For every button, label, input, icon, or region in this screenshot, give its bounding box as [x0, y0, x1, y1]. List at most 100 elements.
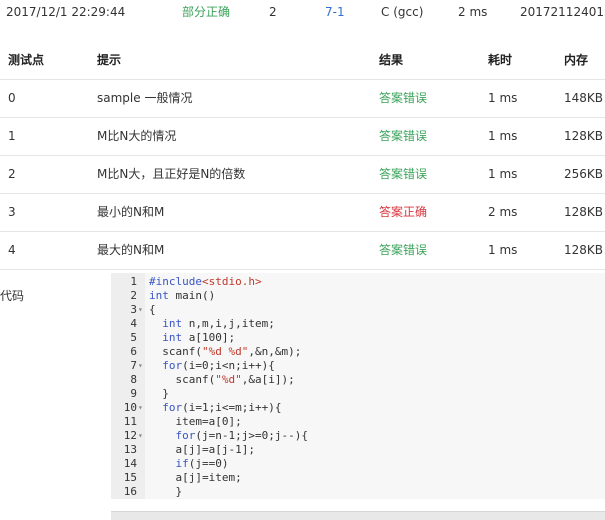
table-row: 0 sample 一般情况 答案错误 1 ms 148KB: [0, 80, 605, 118]
code-token: int: [162, 331, 183, 344]
code-text: for(i=1;i<=m;i++){: [149, 401, 281, 415]
code-token: for: [162, 359, 183, 372]
submission-time-used: 2 ms: [458, 5, 488, 19]
testcase-result: 答案错误: [379, 167, 428, 181]
submission-score: 2: [269, 5, 277, 19]
code-token: a[100];: [182, 331, 236, 344]
code-token: "%d %d": [201, 345, 249, 358]
line-number: 9: [130, 387, 137, 400]
fold-arrow-icon[interactable]: ▾: [138, 401, 145, 415]
testcase-hint: M比N大，且正好是N的倍数: [97, 167, 246, 181]
code-token: (j=n-1;j>=0;j--){: [195, 429, 308, 442]
testcase-id: 4: [8, 243, 16, 257]
testcase-hint: 最大的N和M: [97, 243, 165, 257]
testcase-memory: 128KB: [564, 129, 604, 143]
line-number: 1: [130, 275, 137, 288]
testcase-id: 0: [8, 91, 16, 105]
code-token: }: [149, 485, 183, 498]
submission-time: 2017/12/1 22:29:44: [6, 5, 126, 19]
testcase-id: 1: [8, 129, 16, 143]
line-number: 15: [123, 471, 137, 484]
testcase-memory: 148KB: [564, 91, 604, 105]
submission-language: C (gcc): [381, 5, 424, 19]
header-memory: 内存: [564, 53, 589, 67]
fold-arrow-icon[interactable]: ▾: [138, 429, 145, 443]
testcase-hint: 最小的N和M: [97, 205, 165, 219]
testcase-time: 1 ms: [488, 243, 518, 257]
testcase-memory: 128KB: [564, 243, 604, 257]
code-text: {: [149, 303, 156, 317]
submission-user-id[interactable]: 201721124013: [520, 0, 605, 25]
header-hint: 提示: [97, 53, 122, 67]
code-token: int: [149, 289, 169, 302]
code-text: scanf("%d",&a[i]);: [149, 373, 295, 387]
code-text: int a[100];: [149, 331, 235, 345]
code-token: <stdio.h>: [201, 275, 262, 288]
table-row: 1 M比N大的情况 答案错误 1 ms 128KB: [0, 118, 605, 156]
testcase-result: 答案正确: [379, 205, 428, 219]
testcase-id: 2: [8, 167, 16, 181]
code-text: #include<stdio.h>: [149, 275, 262, 289]
code-token: item=a[0];: [149, 415, 242, 428]
code-token: main(): [168, 289, 216, 302]
code-text: for(i=0;i<n;i++){: [149, 359, 275, 373]
code-text: for(j=n-1;j>=0;j--){: [149, 429, 308, 443]
line-number: 5: [130, 331, 137, 344]
code-token: (i=0;i<n;i++){: [182, 359, 275, 372]
code-token: a[j]=item;: [149, 471, 242, 484]
fold-arrow-icon[interactable]: ▾: [138, 359, 145, 373]
line-number: 2: [130, 289, 137, 302]
table-row: 4 最大的N和M 答案错误 1 ms 128KB: [0, 232, 605, 270]
line-number: 6: [130, 345, 137, 358]
code-text: }: [149, 485, 182, 499]
code-token: #include: [149, 275, 202, 288]
header-time: 耗时: [488, 53, 513, 67]
header-result: 结果: [379, 53, 404, 67]
code-token: scanf(: [149, 373, 216, 386]
code-token: }: [149, 387, 169, 400]
fold-arrow-icon[interactable]: ▾: [138, 303, 145, 317]
submission-status: 部分正确: [182, 5, 231, 19]
code-token: n,m,i,j,item;: [182, 317, 275, 330]
testcase-time: 1 ms: [488, 167, 518, 181]
header-testcase: 测试点: [8, 53, 45, 67]
line-number: 13: [123, 443, 137, 456]
line-number: 10: [123, 401, 137, 414]
code-text: }: [149, 387, 169, 401]
testcase-id: 3: [8, 205, 16, 219]
line-number: 8: [130, 373, 137, 386]
code-token: (i=1;i<=m;i++){: [182, 401, 282, 414]
code-text: int n,m,i,j,item;: [149, 317, 275, 331]
table-header: 测试点 提示 结果 耗时 内存: [0, 42, 605, 80]
testcase-memory: 128KB: [564, 205, 604, 219]
code-label: 代码: [0, 289, 25, 303]
code-text: int main(): [149, 289, 215, 303]
testcase-memory: 256KB: [564, 167, 604, 181]
line-number: 16: [123, 485, 137, 498]
testcase-result: 答案错误: [379, 129, 428, 143]
code-token: "%d": [215, 373, 242, 386]
code-token: for: [175, 429, 196, 442]
line-number: 4: [130, 317, 137, 330]
code-token: ,&a[i]);: [241, 373, 295, 386]
code-token: a[j]=a[j-1];: [149, 443, 255, 456]
testcase-time: 1 ms: [488, 91, 518, 105]
code-text: a[j]=item;: [149, 471, 242, 485]
code-token: (j==0): [188, 457, 229, 470]
line-number: 3: [130, 303, 137, 316]
testcase-hint: sample 一般情况: [97, 91, 193, 105]
testcase-result: 答案错误: [379, 91, 428, 105]
code-text: if(j==0): [149, 457, 229, 471]
code-viewer[interactable]: 1 #include<stdio.h> 2 int main() 3 ▾{4 int n,…: [111, 273, 605, 499]
code-token: if: [175, 457, 189, 470]
problem-link[interactable]: 7-1: [325, 0, 345, 25]
code-token: ,&n,&m);: [248, 345, 302, 358]
line-number: 12: [123, 429, 137, 442]
line-number: 11: [123, 415, 137, 428]
testcase-hint: M比N大的情况: [97, 129, 177, 143]
